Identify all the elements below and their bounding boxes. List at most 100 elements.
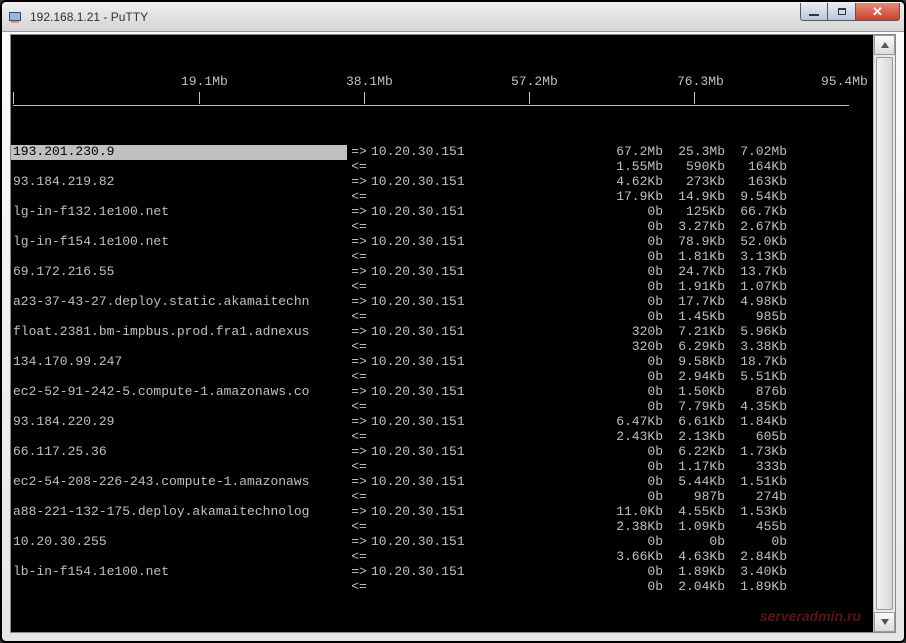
host-cell: 69.172.216.55 <box>11 265 347 280</box>
host-cell-empty <box>11 460 347 475</box>
rate-2s: 0b <box>601 370 663 385</box>
traffic-row-rx: <=0b7.79Kb4.35Kb <box>11 400 873 415</box>
rate-2s: 0b <box>601 400 663 415</box>
arrow-rx-icon: <= <box>347 190 371 205</box>
traffic-row: ec2-54-208-226-243.compute-1.amazonaws=>… <box>11 475 873 490</box>
host-cell: lb-in-f154.1e100.net <box>11 565 347 580</box>
rate-40s: 1.89Kb <box>725 580 787 595</box>
rate-2s: 2.38Kb <box>601 520 663 535</box>
rate-40s: 4.98Kb <box>725 295 787 310</box>
traffic-row-rx: <=0b2.94Kb5.51Kb <box>11 370 873 385</box>
arrow-rx-icon: <= <box>347 430 371 445</box>
traffic-row: 193.201.230.9=>10.20.30.15167.2Mb25.3Mb7… <box>11 145 873 160</box>
rate-2s: 0b <box>601 460 663 475</box>
rate-2s: 0b <box>601 280 663 295</box>
window-frame: 192.168.1.21 - PuTTY ✕ 19.1Mb 38.1Mb 57.… <box>0 0 906 643</box>
arrow-tx-icon: => <box>347 265 371 280</box>
arrow-tx-icon: => <box>347 415 371 430</box>
traffic-row-rx: <=0b3.27Kb2.67Kb <box>11 220 873 235</box>
rate-10s: 2.04Kb <box>663 580 725 595</box>
scroll-up-button[interactable] <box>874 35 895 55</box>
traffic-row: lb-in-f154.1e100.net=>10.20.30.1510b1.89… <box>11 565 873 580</box>
arrow-rx-icon: <= <box>347 400 371 415</box>
arrow-rx-icon: <= <box>347 370 371 385</box>
rate-2s: 320b <box>601 340 663 355</box>
arrow-tx-icon: => <box>347 295 371 310</box>
rate-2s: 6.47Kb <box>601 415 663 430</box>
rate-40s: 3.13Kb <box>725 250 787 265</box>
rate-10s: 78.9Kb <box>663 235 725 250</box>
traffic-row-rx: <=0b987b274b <box>11 490 873 505</box>
scroll-down-button[interactable] <box>874 612 895 632</box>
maximize-button[interactable] <box>828 3 856 21</box>
minimize-button[interactable] <box>800 3 828 21</box>
dest-ip-cell: 10.20.30.151 <box>371 505 601 520</box>
rate-2s: 0b <box>601 205 663 220</box>
dest-ip-cell: 10.20.30.151 <box>371 565 601 580</box>
rate-10s: 17.7Kb <box>663 295 725 310</box>
rate-2s: 0b <box>601 265 663 280</box>
scale-tick-4: 76.3Mb <box>677 75 724 88</box>
rate-10s: 7.21Kb <box>663 325 725 340</box>
scroll-thumb[interactable] <box>876 57 893 610</box>
host-cell-empty <box>11 550 347 565</box>
host-cell: a88-221-132-175.deploy.akamaitechnolog <box>11 505 347 520</box>
arrow-tx-icon: => <box>347 355 371 370</box>
traffic-row-rx: <=0b2.04Kb1.89Kb <box>11 580 873 595</box>
rate-40s: 1.53Kb <box>725 505 787 520</box>
bandwidth-scale: 19.1Mb 38.1Mb 57.2Mb 76.3Mb 95.4Mb <box>11 74 873 106</box>
rate-40s: 3.38Kb <box>725 340 787 355</box>
rate-10s: 1.45Kb <box>663 310 725 325</box>
dest-ip-cell: 10.20.30.151 <box>371 385 601 400</box>
host-cell: 66.117.25.36 <box>11 445 347 460</box>
traffic-row-rx: <=0b1.45Kb985b <box>11 310 873 325</box>
dest-ip-cell: 10.20.30.151 <box>371 355 601 370</box>
host-cell: lg-in-f154.1e100.net <box>11 235 347 250</box>
titlebar[interactable]: 192.168.1.21 - PuTTY ✕ <box>2 2 904 32</box>
host-cell-empty <box>11 220 347 235</box>
rate-10s: 7.79Kb <box>663 400 725 415</box>
traffic-row-rx: <=3.66Kb4.63Kb2.84Kb <box>11 550 873 565</box>
rate-10s: 4.63Kb <box>663 550 725 565</box>
rate-2s: 67.2Mb <box>601 145 663 160</box>
host-cell: lg-in-f132.1e100.net <box>11 205 347 220</box>
traffic-row: lg-in-f132.1e100.net=>10.20.30.1510b125K… <box>11 205 873 220</box>
arrow-tx-icon: => <box>347 565 371 580</box>
close-button[interactable]: ✕ <box>856 3 900 21</box>
rate-40s: 1.84Kb <box>725 415 787 430</box>
rate-10s: 2.94Kb <box>663 370 725 385</box>
rate-40s: 985b <box>725 310 787 325</box>
rate-2s: 3.66Kb <box>601 550 663 565</box>
arrow-tx-icon: => <box>347 475 371 490</box>
rate-10s: 24.7Kb <box>663 265 725 280</box>
rate-2s: 0b <box>601 220 663 235</box>
rate-2s: 0b <box>601 385 663 400</box>
rate-10s: 125Kb <box>663 205 725 220</box>
arrow-tx-icon: => <box>347 385 371 400</box>
rate-40s: 52.0Kb <box>725 235 787 250</box>
dest-ip-cell: 10.20.30.151 <box>371 445 601 460</box>
arrow-tx-icon: => <box>347 325 371 340</box>
rate-40s: 2.67Kb <box>725 220 787 235</box>
traffic-row: 66.117.25.36=>10.20.30.1510b6.22Kb1.73Kb <box>11 445 873 460</box>
rate-10s: 1.09Kb <box>663 520 725 535</box>
arrow-rx-icon: <= <box>347 580 371 595</box>
arrow-rx-icon: <= <box>347 340 371 355</box>
terminal-output[interactable]: 19.1Mb 38.1Mb 57.2Mb 76.3Mb 95.4Mb 193.2… <box>11 35 873 632</box>
rate-10s: 273Kb <box>663 175 725 190</box>
vertical-scrollbar[interactable] <box>873 35 895 632</box>
rate-2s: 0b <box>601 355 663 370</box>
traffic-row-rx: <=0b1.81Kb3.13Kb <box>11 250 873 265</box>
host-cell: ec2-54-208-226-243.compute-1.amazonaws <box>11 475 347 490</box>
scale-tick-3: 57.2Mb <box>511 75 558 88</box>
rate-40s: 1.51Kb <box>725 475 787 490</box>
rate-2s: 2.43Kb <box>601 430 663 445</box>
rate-40s: 1.07Kb <box>725 280 787 295</box>
rate-2s: 0b <box>601 475 663 490</box>
rate-2s: 0b <box>601 295 663 310</box>
traffic-row-rx: <=17.9Kb14.9Kb9.54Kb <box>11 190 873 205</box>
traffic-row: 69.172.216.55=>10.20.30.1510b24.7Kb13.7K… <box>11 265 873 280</box>
host-cell: ec2-52-91-242-5.compute-1.amazonaws.co <box>11 385 347 400</box>
dest-ip-cell: 10.20.30.151 <box>371 475 601 490</box>
arrow-rx-icon: <= <box>347 460 371 475</box>
